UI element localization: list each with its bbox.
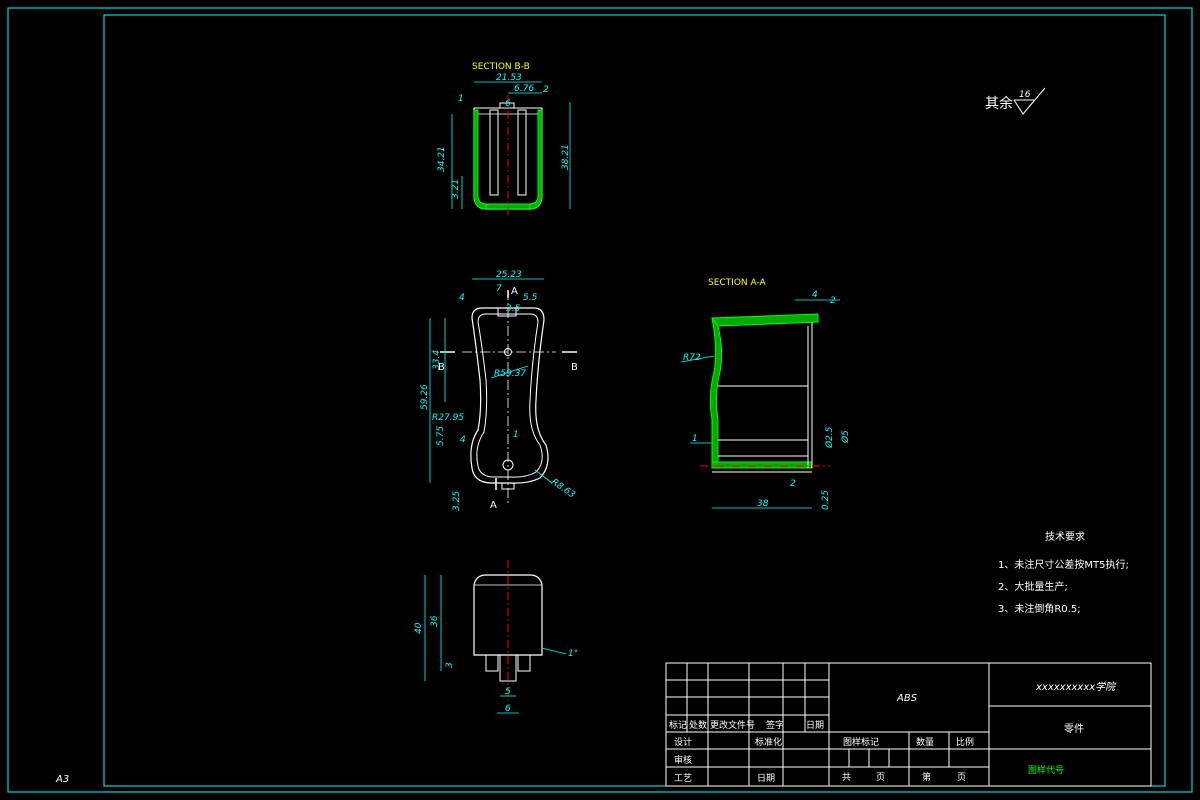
section-aa-title: SECTION A-A — [708, 278, 767, 288]
section-aa-view: SECTION A-A 38 4 2 R72 1 Ø2.5 Ø5 0.25 2 — [680, 278, 851, 510]
plan-view-dim-overall: 25.23 — [496, 270, 522, 280]
plan-view-dim-3-5: 3.5 — [506, 304, 521, 314]
plan-view-dim-r8-63: R8.63 — [549, 477, 576, 500]
tech-requirement-3: 3、未注倒角R0.5; — [998, 602, 1081, 615]
tech-requirement-2: 2、大批量生产; — [998, 580, 1068, 593]
section-aa-hatch-top — [711, 313, 819, 327]
tb-design: 设计 — [674, 736, 692, 748]
plan-view-dim-4: 4 — [459, 293, 465, 303]
tb-institution: xxxxxxxxxx学院 — [1035, 681, 1117, 693]
section-bb-hatch-left — [473, 109, 487, 210]
tb-stage-mark: 图样标记 — [843, 736, 879, 748]
section-bb-dim-inner: 6.76 — [514, 84, 534, 94]
front-view-dim-6: 6 — [505, 704, 511, 714]
plan-view-dim-59-26: 59.26 — [420, 384, 430, 410]
plan-view-dim-5-75: 5.75 — [436, 426, 446, 446]
front-view-tab-left — [485, 654, 499, 672]
section-bb-dim-1: 1 — [458, 94, 464, 104]
section-aa-dim-1: 1 — [692, 434, 698, 444]
sheet-outer-border — [7, 7, 1193, 793]
section-bb-rib-1 — [489, 109, 499, 196]
sheet-size-label: A3 — [55, 774, 69, 785]
tb-page-word: 页 — [957, 772, 966, 783]
tech-requirement-1: 1、未注尺寸公差按MT5执行; — [998, 558, 1129, 571]
tb-material: ABS — [896, 693, 918, 704]
section-bb-view: SECTION B-B 21.53 6.76 6 1 2 34.21 3.21 … — [437, 62, 571, 218]
plan-view-dim-7: 7 — [496, 284, 502, 294]
surface-finish-symbol: 其余 16 — [985, 87, 1046, 115]
plan-view-dim-r8-63-leader — [534, 469, 553, 484]
front-view-dim-40: 40 — [414, 622, 424, 634]
section-bb-rib-2 — [517, 109, 527, 196]
section-bb-dim-left: 34.21 — [437, 146, 447, 172]
tb-header-doc: 更改文件号 — [710, 719, 755, 731]
front-view-dim-36: 36 — [430, 615, 440, 627]
front-view-tab-right — [517, 654, 531, 672]
section-aa-dim-phi-5: Ø5 — [840, 430, 851, 444]
section-bb-dim-2: 2 — [543, 85, 549, 95]
plan-view-label-b-right: B — [571, 362, 578, 373]
tb-sheet-word: 页 — [876, 772, 885, 783]
surface-finish-label: 其余 — [985, 95, 1013, 112]
plan-view-dim-r27-95: R27.95 — [432, 413, 464, 423]
tech-requirements: 技术要求 1、未注尺寸公差按MT5执行; 2、大批量生产; 3、未注倒角R0.5… — [998, 530, 1129, 615]
tb-scale: 比例 — [956, 736, 974, 748]
front-view-dim-draft: 1° — [568, 649, 578, 659]
plan-view-label-a-top: A — [511, 286, 518, 297]
tb-header-count: 处数 — [689, 719, 707, 731]
front-view-dim-5: 5 — [505, 687, 511, 697]
plan-view-dim-r59-37: R59.37 — [494, 369, 526, 379]
tb-date: 日期 — [757, 773, 775, 784]
section-bb-dim-small: 6 — [505, 99, 511, 109]
surface-finish-value: 16 — [1019, 90, 1031, 100]
tb-header-date: 日期 — [806, 720, 824, 731]
plan-view-dim-33-4: 33.4 — [432, 350, 442, 370]
section-aa-dim-38: 38 — [757, 499, 769, 509]
tb-header-mark: 标记 — [669, 719, 687, 731]
section-aa-dim-phi-2-5: Ø2.5 — [824, 426, 835, 449]
tb-drawing-code: 图样代号 — [1028, 764, 1064, 776]
plan-view-inner-outline — [476, 313, 543, 478]
tech-requirements-title: 技术要求 — [1045, 530, 1085, 543]
section-aa-dim-2b: 2 — [790, 479, 796, 489]
plan-view-dim-1: 1 — [513, 430, 519, 440]
section-bb-hatch-right — [529, 109, 543, 210]
plan-view-label-a-bottom: A — [490, 500, 497, 511]
plan-view: A A B B 25.23 7 4 5.5 3.5 33.4 59.26 5.7… — [420, 270, 578, 511]
front-view-dim-3: 3 — [445, 662, 455, 668]
front-view-dim-draft-leader — [541, 647, 567, 655]
sheet-inner-border — [103, 14, 1166, 787]
section-aa-dim-0-25: 0.25 — [821, 490, 831, 510]
plan-view-dim-5-5: 5.5 — [523, 293, 538, 303]
tb-part-name: 零件 — [1064, 723, 1084, 735]
tb-review: 审核 — [674, 754, 692, 766]
tb-no: 第 — [922, 771, 931, 783]
tb-header-sign: 签字 — [766, 719, 784, 731]
section-aa-dim-2: 2 — [830, 296, 836, 306]
tb-total: 共 — [842, 772, 851, 783]
section-bb-dim-low: 3.21 — [451, 179, 461, 199]
tb-weight: 数量 — [916, 736, 934, 748]
section-bb-dim-overall: 21.53 — [496, 73, 522, 83]
plan-view-dim-3-25: 3.25 — [452, 491, 462, 511]
section-aa-hatch-left — [709, 317, 723, 467]
front-view: 40 36 3 5 6 1° — [414, 560, 578, 714]
section-bb-dim-right: 38.21 — [561, 144, 571, 170]
tb-standardization: 标准化 — [755, 736, 782, 748]
section-aa-hatch-bottom — [711, 461, 813, 469]
section-bb-title: SECTION B-B — [472, 62, 530, 72]
drawing-canvas: A3 SECTION B-B 21.53 6.76 6 1 2 34.21 3.… — [7, 7, 1193, 793]
plan-view-dim-4b: 4 — [460, 435, 466, 445]
section-aa-dim-4: 4 — [812, 290, 818, 300]
tb-process: 工艺 — [674, 773, 692, 784]
